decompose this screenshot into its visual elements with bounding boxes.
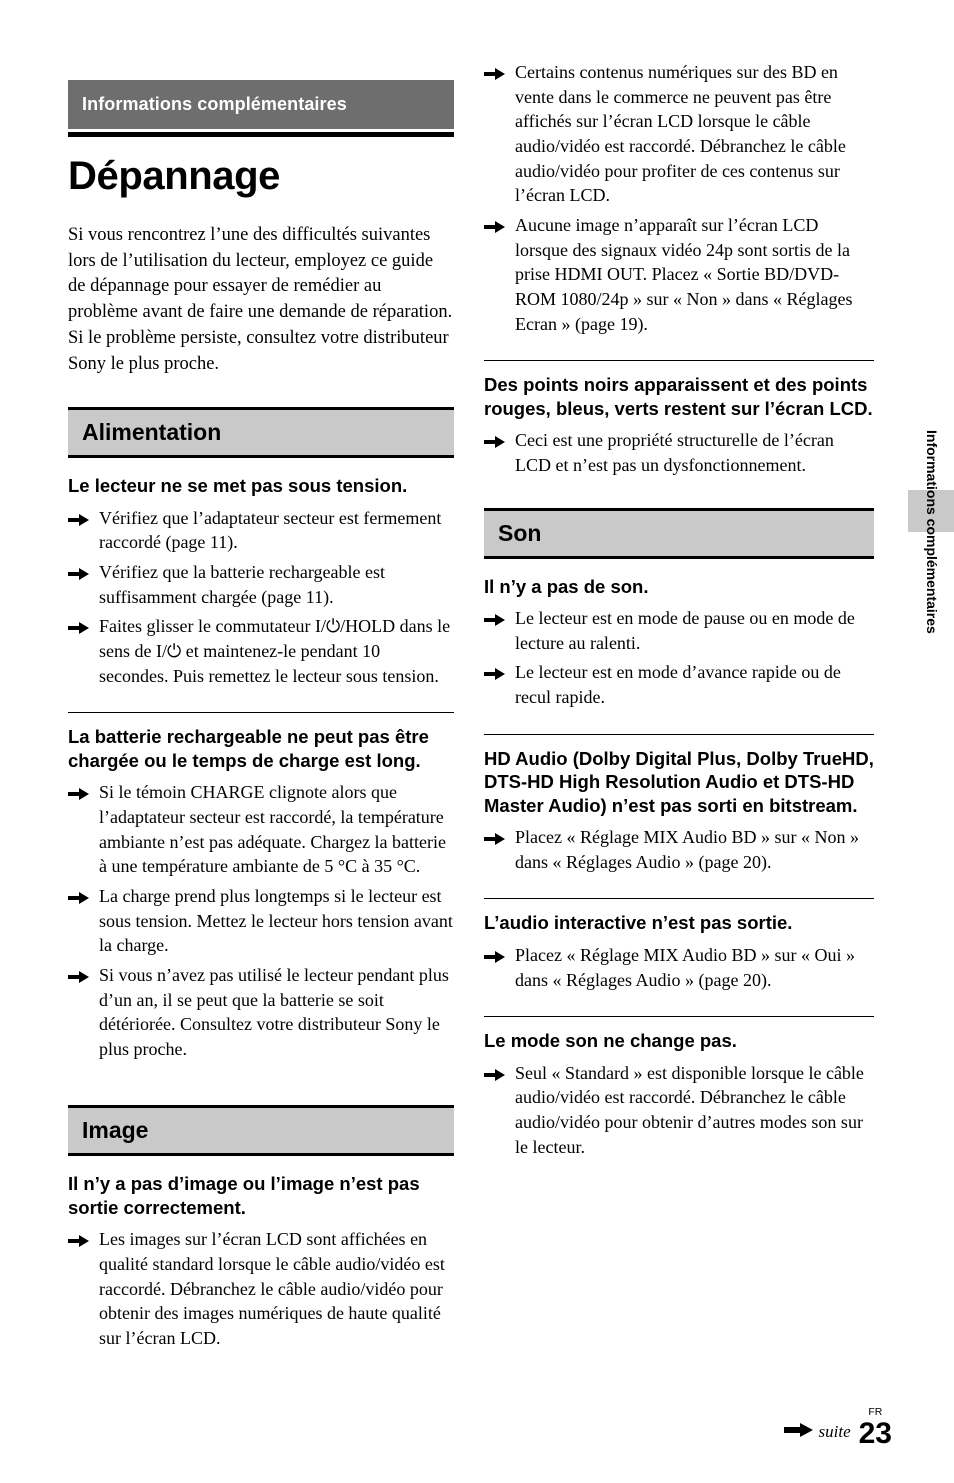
list-item: La charge prend plus longtemps si le lec… (68, 884, 454, 958)
right-column: Certains contenus numériques sur des BD … (484, 60, 874, 1173)
subheading-battery-charge: La batterie rechargeable ne peut pas êtr… (68, 712, 454, 772)
list-item: Placez « Réglage MIX Audio BD » sur « Ou… (484, 943, 874, 992)
list-no-image-continued: Certains contenus numériques sur des BD … (484, 60, 874, 336)
list-item-text: Les images sur l’écran LCD sont affichée… (99, 1229, 445, 1349)
list-item: Ceci est une propriété structurelle de l… (484, 428, 874, 477)
subheading-hd-audio: HD Audio (Dolby Digital Plus, Dolby True… (484, 733, 874, 817)
list-item: Faites glisser le commutateur I/⏻/HOLD d… (68, 614, 454, 688)
list-black-dots: Ceci est une propriété structurelle de l… (484, 428, 874, 477)
list-no-sound: Le lecteur est en mode de pause ou en mo… (484, 606, 874, 710)
arrow-right-bullet-icon (484, 610, 506, 626)
arrow-right-bullet-icon (484, 664, 506, 681)
list-power-no-on: Vérifiez que l’adaptateur secteur est fe… (68, 506, 454, 689)
list-no-image: Les images sur l’écran LCD sont affichée… (68, 1227, 454, 1350)
language-code: FR (868, 1405, 883, 1418)
list-item: Si le témoin CHARGE clignote alors que l… (68, 780, 454, 879)
list-item-text: Ceci est une propriété structurelle de l… (515, 430, 834, 475)
arrow-right-bullet-icon (484, 1065, 506, 1081)
page-title: Dépannage (68, 154, 281, 198)
list-item-text: Vérifiez que l’adaptateur secteur est fe… (99, 507, 442, 553)
subheading-no-sound: Il n’y a pas de son. (484, 575, 649, 597)
side-tab: Informations complémentaires (908, 430, 954, 634)
list-sound-mode: Seul « Standard » est disponible lorsque… (484, 1061, 874, 1160)
list-item: Placez « Réglage MIX Audio BD » sur « No… (484, 825, 874, 874)
subheading-no-image: Il n’y a pas d’image ou l’image n’est pa… (68, 1173, 420, 1218)
page-number-block: FR 23 (858, 1405, 892, 1450)
list-item: Vérifiez que la batterie rechargeable es… (68, 560, 454, 609)
list-item: Les images sur l’écran LCD sont affichée… (68, 1227, 454, 1350)
subheading-sound-mode: Le mode son ne change pas. (484, 1016, 874, 1052)
list-item-text: Aucune image n’apparaît sur l’écran LCD … (515, 214, 853, 334)
intro-paragraph: Si vous rencontrez l’une des difficultés… (68, 225, 453, 374)
page-footer: suite FR 23 (783, 1405, 892, 1450)
list-interactive-audio: Placez « Réglage MIX Audio BD » sur « Ou… (484, 943, 874, 992)
arrow-right-bullet-icon (68, 564, 90, 581)
list-hd-audio: Placez « Réglage MIX Audio BD » sur « No… (484, 825, 874, 874)
continue-arrow-icon (783, 1422, 814, 1442)
arrow-right-bullet-icon (484, 432, 506, 449)
arrow-right-bullet-icon (68, 1231, 90, 1248)
list-item-text: Faites glisser le commutateur I/⏻/HOLD d… (99, 616, 451, 686)
list-item: Si vous n’avez pas utilisé le lecteur pe… (68, 963, 454, 1062)
arrow-right-bullet-icon (484, 217, 506, 233)
arrow-right-bullet-icon (484, 947, 506, 963)
list-battery-charge: Si le témoin CHARGE clignote alors que l… (68, 780, 454, 1061)
arrow-right-bullet-icon (68, 510, 90, 526)
list-item-text: Si le témoin CHARGE clignote alors que l… (99, 782, 447, 877)
list-item-text: Le lecteur est en mode de pause ou en mo… (515, 607, 855, 653)
section-bar-son: Son (484, 507, 874, 559)
left-column: Informations complémentaires Dépannage S… (68, 80, 454, 1365)
arrow-right-bullet-icon (68, 967, 90, 983)
arrow-right-bullet-icon (68, 888, 90, 904)
side-tab-label: Informations complémentaires (924, 430, 940, 634)
list-item-text: Le lecteur est en mode d’avance rapide o… (515, 662, 841, 707)
list-item: Seul « Standard » est disponible lorsque… (484, 1061, 874, 1160)
chapter-banner: Informations complémentaires (68, 80, 454, 129)
document-page: Informations complémentaires Dépannage S… (0, 0, 954, 1483)
list-item-text: Si vous n’avez pas utilisé le lecteur pe… (99, 964, 449, 1059)
list-item: Le lecteur est en mode d’avance rapide o… (484, 660, 874, 709)
chapter-banner-rule (68, 132, 454, 137)
list-item: Aucune image n’apparaît sur l’écran LCD … (484, 213, 874, 336)
arrow-right-bullet-icon (68, 618, 90, 635)
arrow-right-bullet-icon (484, 64, 506, 80)
subheading-interactive-audio: L’audio interactive n’est pas sortie. (484, 898, 874, 934)
section-bar-image: Image (68, 1105, 454, 1157)
subheading-black-dots: Des points noirs apparaissent et des poi… (484, 360, 874, 420)
list-item-text: Certains contenus numériques sur des BD … (515, 62, 846, 206)
arrow-right-bullet-icon (484, 829, 506, 846)
continue-marker: suite (783, 1422, 851, 1449)
arrow-right-bullet-icon (68, 784, 90, 801)
list-item-text: Seul « Standard » est disponible lorsque… (515, 1062, 864, 1157)
list-item-text: Vérifiez que la batterie rechargeable es… (99, 562, 385, 607)
subheading-power-no-on: Le lecteur ne se met pas sous tension. (68, 475, 408, 497)
page-number: 23 (858, 1417, 892, 1450)
list-item-text: La charge prend plus longtemps si le lec… (99, 885, 453, 956)
continue-label: suite (818, 1422, 851, 1441)
list-item-text: Placez « Réglage MIX Audio BD » sur « No… (515, 827, 859, 872)
list-item: Vérifiez que l’adaptateur secteur est fe… (68, 506, 454, 555)
list-item: Certains contenus numériques sur des BD … (484, 60, 874, 208)
list-item: Le lecteur est en mode de pause ou en mo… (484, 606, 874, 655)
section-bar-alimentation: Alimentation (68, 407, 454, 459)
list-item-text: Placez « Réglage MIX Audio BD » sur « Ou… (515, 944, 855, 990)
